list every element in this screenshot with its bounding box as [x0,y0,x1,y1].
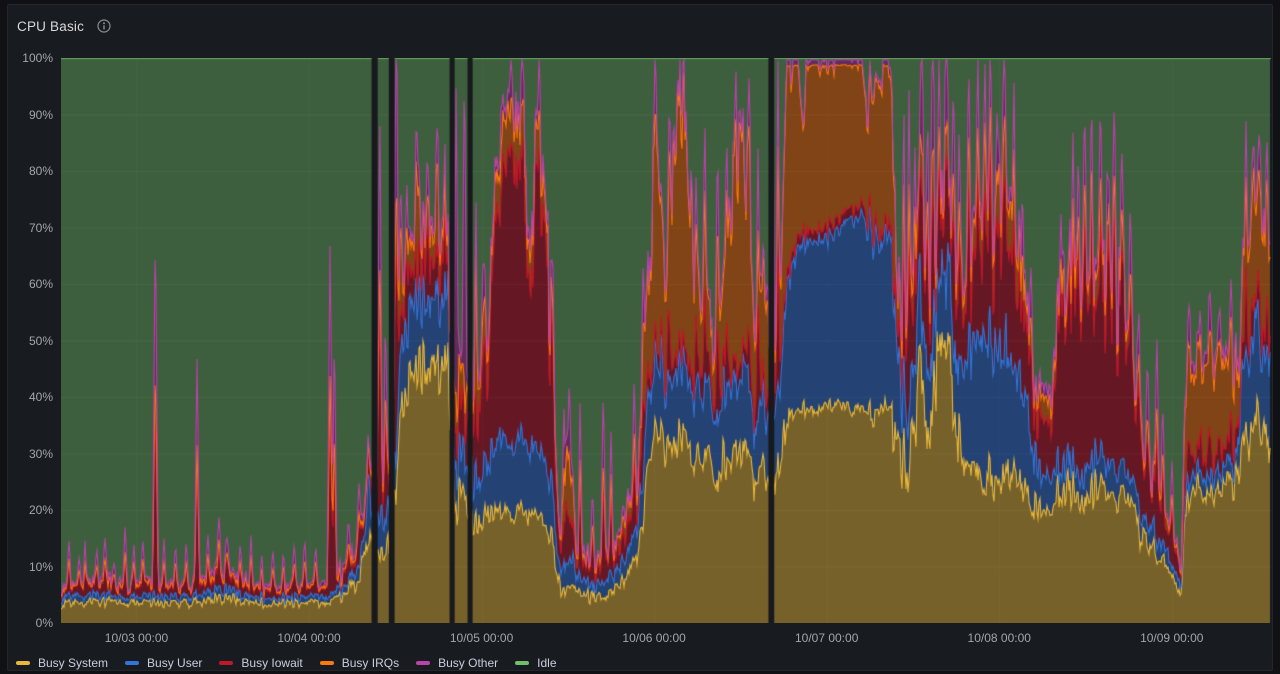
y-tick-label: 10% [7,560,53,574]
y-tick-label: 80% [7,164,53,178]
legend-label: Busy Iowait [241,655,302,671]
legend-label: Busy IRQs [342,655,399,671]
legend-swatch [219,661,233,665]
legend-swatch [416,661,430,665]
y-tick-label: 30% [7,447,53,461]
legend-item-busy-irqs[interactable]: Busy IRQs [320,655,399,671]
legend-item-idle[interactable]: Idle [515,655,556,671]
y-tick-label: 60% [7,277,53,291]
x-tick-label: 10/06 00:00 [604,631,704,646]
x-tick-label: 10/09 00:00 [1122,631,1222,646]
legend-label: Idle [537,655,556,671]
legend-item-busy-user[interactable]: Busy User [125,655,202,671]
legend-item-busy-other[interactable]: Busy Other [416,655,498,671]
legend-item-busy-system[interactable]: Busy System [16,655,108,671]
x-tick-label: 10/05 00:00 [432,631,532,646]
cpu-basic-panel: CPU Basic 0%10%20%30%40%50%60%70%80%90%1… [7,4,1273,671]
legend-label: Busy User [147,655,202,671]
legend-swatch [16,661,30,665]
x-tick-label: 10/07 00:00 [777,631,877,646]
x-tick-label: 10/08 00:00 [949,631,1049,646]
y-tick-label: 0% [7,616,53,630]
legend-label: Busy System [38,655,108,671]
y-tick-label: 100% [7,51,53,65]
legend: Busy System Busy User Busy Iowait Busy IRQs… [16,654,557,672]
legend-swatch [125,661,139,665]
cpu-stacked-area-chart[interactable] [61,58,1271,623]
legend-swatch [515,661,529,665]
y-tick-label: 40% [7,390,53,404]
x-tick-label: 10/04 00:00 [259,631,359,646]
y-tick-label: 50% [7,334,53,348]
x-tick-label: 10/03 00:00 [86,631,186,646]
chart-area: 0% 10% 20% 30% 40% 50% 60% 70% 80% 90% 100% 10/03 … [8,5,1272,670]
y-tick-label: 20% [7,503,53,517]
legend-item-busy-iowait[interactable]: Busy Iowait [219,655,302,671]
y-tick-label: 90% [7,108,53,122]
y-tick-label: 70% [7,221,53,235]
legend-swatch [320,661,334,665]
legend-label: Busy Other [438,655,498,671]
